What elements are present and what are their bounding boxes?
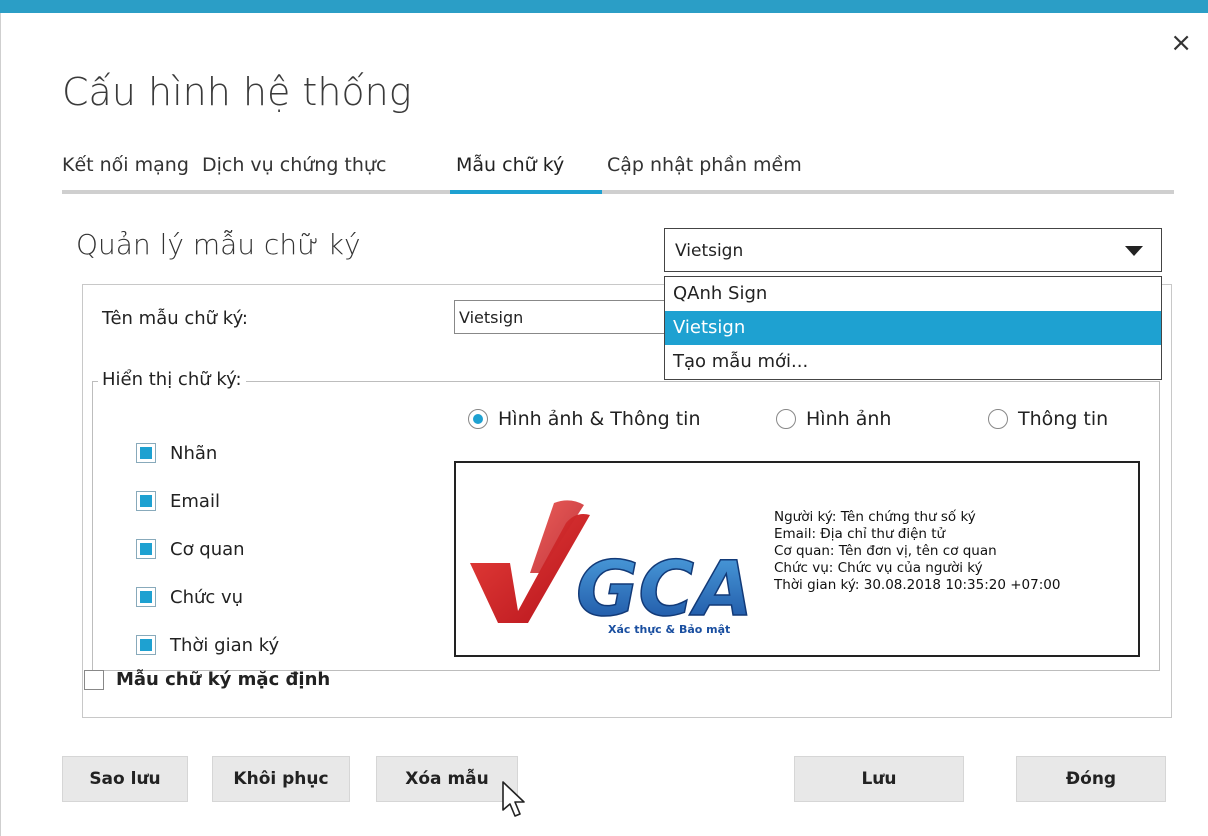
- checkbox-label: Thời gian ký: [170, 634, 280, 656]
- radio-label: Hình ảnh: [806, 408, 892, 430]
- template-name-label: Tên mẫu chữ ký:: [102, 308, 248, 329]
- signature-info-line: Người ký: Tên chứng thư số ký: [774, 509, 976, 525]
- template-option-selected[interactable]: Vietsign: [665, 311, 1161, 345]
- signature-info-line: Email: Địa chỉ thư điện tử: [774, 526, 946, 542]
- vgca-logo-tagline: Xác thực & Bảo mật: [608, 623, 730, 636]
- template-dropdown: QAnh Sign Vietsign Tạo mẫu mới...: [664, 276, 1162, 380]
- radio-checked-icon: [468, 409, 488, 429]
- chevron-down-icon: [1125, 246, 1143, 256]
- vgca-logo-text: GCA: [576, 544, 753, 633]
- mouse-cursor-icon: [502, 781, 525, 817]
- signature-info-line: Cơ quan: Tên đơn vị, tên cơ quan: [774, 543, 997, 559]
- template-option-new[interactable]: Tạo mẫu mới...: [665, 345, 1161, 379]
- tab-active-indicator: [450, 190, 602, 194]
- checkbox-label: Chức vụ: [170, 586, 244, 608]
- checkbox-label: Email: [170, 490, 220, 512]
- checkbox-label-field[interactable]: Nhãn: [136, 440, 217, 466]
- signature-info-text: Người ký: Tên chứng thư số ký Email: Địa…: [774, 509, 1060, 594]
- restore-button[interactable]: Khôi phục: [212, 756, 350, 802]
- tab-software-update[interactable]: Cập nhật phần mềm: [607, 154, 802, 176]
- checkbox-label: Nhãn: [170, 442, 218, 464]
- tab-certification-service[interactable]: Dịch vụ chứng thực: [202, 154, 386, 176]
- section-title: Quản lý mẫu chữ ký: [76, 228, 361, 261]
- checkbox-organization[interactable]: Cơ quan: [136, 536, 245, 562]
- radio-unchecked-icon: [988, 409, 1008, 429]
- delete-template-button[interactable]: Xóa mẫu: [376, 756, 518, 802]
- template-option[interactable]: QAnh Sign: [665, 277, 1161, 311]
- checkbox-checked-icon: [136, 443, 156, 463]
- default-template-checkbox[interactable]: Mẫu chữ ký mặc định: [84, 669, 330, 690]
- signature-preview: GCA Xác thực & Bảo mật Người ký: Tên chứ…: [454, 461, 1140, 657]
- template-select[interactable]: Vietsign: [664, 228, 1162, 272]
- radio-label: Hình ảnh & Thông tin: [498, 408, 701, 430]
- radio-image[interactable]: Hình ảnh: [776, 406, 891, 432]
- tab-signature-templates[interactable]: Mẫu chữ ký: [456, 154, 564, 176]
- checkbox-position[interactable]: Chức vụ: [136, 584, 243, 610]
- backup-button[interactable]: Sao lưu: [62, 756, 188, 802]
- template-name-input[interactable]: Vietsign: [454, 300, 674, 334]
- window-left-edge: [0, 13, 1, 836]
- radio-info[interactable]: Thông tin: [988, 406, 1108, 432]
- radio-label: Thông tin: [1018, 408, 1109, 430]
- window-title: Cấu hình hệ thống: [62, 70, 412, 114]
- checkbox-label: Cơ quan: [170, 538, 245, 560]
- signature-info-line: Thời gian ký: 30.08.2018 10:35:20 +07:00: [774, 577, 1061, 593]
- signature-info-line: Chức vụ: Chức vụ của người ký: [774, 560, 983, 576]
- checkbox-sign-time[interactable]: Thời gian ký: [136, 632, 279, 658]
- save-button[interactable]: Lưu: [794, 756, 964, 802]
- display-group-label: Hiển thị chữ ký:: [98, 369, 246, 390]
- default-template-label: Mẫu chữ ký mặc định: [116, 669, 331, 690]
- window-top-bar: [0, 0, 1208, 13]
- tab-underline: [62, 190, 1174, 194]
- checkbox-checked-icon: [136, 587, 156, 607]
- tab-bar: Kết nối mạng Dịch vụ chứng thực Mẫu chữ …: [62, 154, 1174, 194]
- template-name-value: Vietsign: [459, 308, 524, 327]
- checkbox-checked-icon: [136, 491, 156, 511]
- close-icon[interactable]: ×: [1170, 30, 1192, 56]
- tab-network[interactable]: Kết nối mạng: [62, 154, 189, 176]
- vgca-logo: GCA Xác thực & Bảo mật: [470, 500, 754, 636]
- checkbox-email[interactable]: Email: [136, 488, 220, 514]
- close-button[interactable]: Đóng: [1016, 756, 1166, 802]
- checkbox-checked-icon: [136, 539, 156, 559]
- radio-image-and-info[interactable]: Hình ảnh & Thông tin: [468, 406, 701, 432]
- radio-unchecked-icon: [776, 409, 796, 429]
- checkbox-unchecked-icon: [84, 669, 104, 690]
- template-select-value: Vietsign: [675, 241, 744, 261]
- checkbox-checked-icon: [136, 635, 156, 655]
